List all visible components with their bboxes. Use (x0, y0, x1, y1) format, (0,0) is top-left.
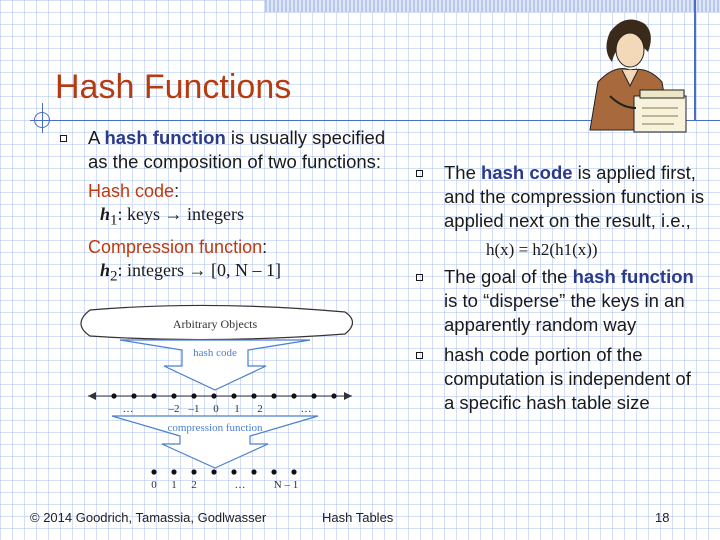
bullet-goal: The goal of the hash function is to “dis… (416, 265, 706, 337)
integer-dot (331, 393, 337, 399)
compression-function-label: Compression function: (88, 236, 268, 257)
range-tick: 2 (191, 479, 197, 491)
hash-code-arrow-label: hash code (193, 347, 237, 359)
label: Compression function (88, 236, 263, 257)
text: hash code portion of the computation is … (444, 344, 691, 413)
integer-tick: 0 (213, 403, 219, 415)
arbitrary-objects-label: Arbitrary Objects (173, 317, 258, 331)
function-symbol: h (100, 204, 111, 224)
range-tick: 0 (151, 479, 157, 491)
integer-dot (291, 393, 297, 399)
bullet-hash-function: A hash function is usually specified as … (60, 126, 390, 174)
text: A (88, 127, 105, 148)
left-column: A hash function is usually specified as … (60, 126, 390, 291)
compression-arrow-label: compression function (167, 422, 263, 434)
range-dot (251, 469, 257, 475)
subscript: 2 (110, 268, 118, 285)
slide-title: Hash Functions (55, 68, 292, 106)
keyword: hash function (572, 266, 694, 287)
square-bullet-icon (416, 352, 423, 359)
square-bullet-icon (416, 170, 423, 177)
range-dot (191, 469, 197, 475)
person-with-files-icon (589, 19, 687, 133)
keyword: hash code (481, 162, 573, 183)
range-dot (171, 469, 177, 475)
integer-dot (251, 393, 257, 399)
vertical-rule (694, 0, 696, 120)
range-dot (231, 469, 237, 475)
right-arrowhead-icon (344, 392, 352, 400)
formula-text: : keys → integers (117, 204, 244, 224)
bullet-hash-code-applied: The hash code is applied first, and the … (416, 161, 706, 233)
range-tick: N – 1 (274, 479, 298, 491)
integer-tick: … (301, 403, 312, 415)
integer-tick: –2 (168, 403, 180, 415)
keyword: hash function (104, 127, 226, 148)
function-symbol: h (100, 259, 111, 280)
integer-dot (191, 393, 197, 399)
hash-code-label: Hash code: (88, 181, 180, 201)
right-column: The hash code is applied first, and the … (416, 161, 706, 421)
square-bullet-icon (60, 135, 67, 142)
integer-dot (131, 393, 137, 399)
footer-topic: Hash Tables (322, 510, 394, 525)
formula-text: : integers → [0, N – 1] (117, 259, 281, 280)
integer-tick: 2 (257, 403, 263, 415)
composition-formula: h(x) = h2(h1(x)) (486, 240, 598, 259)
hash-code-formula: h1: keys → integers (100, 203, 390, 232)
integer-tick: … (123, 403, 134, 415)
hash-function-diagram: Arbitrary Objects hash code … –2 –1 0 1 … (80, 304, 354, 491)
text: The goal of the (444, 266, 573, 287)
integer-dot (271, 393, 277, 399)
square-bullet-icon (416, 274, 423, 281)
left-arrowhead-icon (88, 392, 96, 400)
range-tick: 1 (171, 479, 177, 491)
range-dot (211, 469, 217, 475)
integer-dot (231, 393, 237, 399)
footer-copyright: © 2014 Goodrich, Tamassia, Godlwasser (30, 510, 267, 525)
integer-dot (111, 393, 117, 399)
range-dot (151, 469, 157, 475)
integer-dot (171, 393, 177, 399)
compression-formula: h2: integers → [0, N – 1] (100, 259, 390, 288)
range-dot (271, 469, 277, 475)
subscript: 1 (110, 212, 118, 229)
page-number: 18 (655, 510, 670, 525)
integer-tick: 1 (234, 403, 240, 415)
range-dot (291, 469, 297, 475)
bullet-independent: hash code portion of the computation is … (416, 343, 706, 415)
top-decoration-band (265, 0, 720, 12)
crosshair-ornament-icon (34, 112, 50, 128)
integer-tick: –1 (188, 403, 200, 415)
integer-dot (151, 393, 157, 399)
text: The (444, 162, 482, 183)
text: is to “disperse” the keys in an apparent… (444, 290, 685, 335)
integer-dot (311, 393, 317, 399)
range-tick: … (235, 479, 246, 491)
integer-dot (211, 393, 217, 399)
label: Hash code (88, 181, 175, 201)
